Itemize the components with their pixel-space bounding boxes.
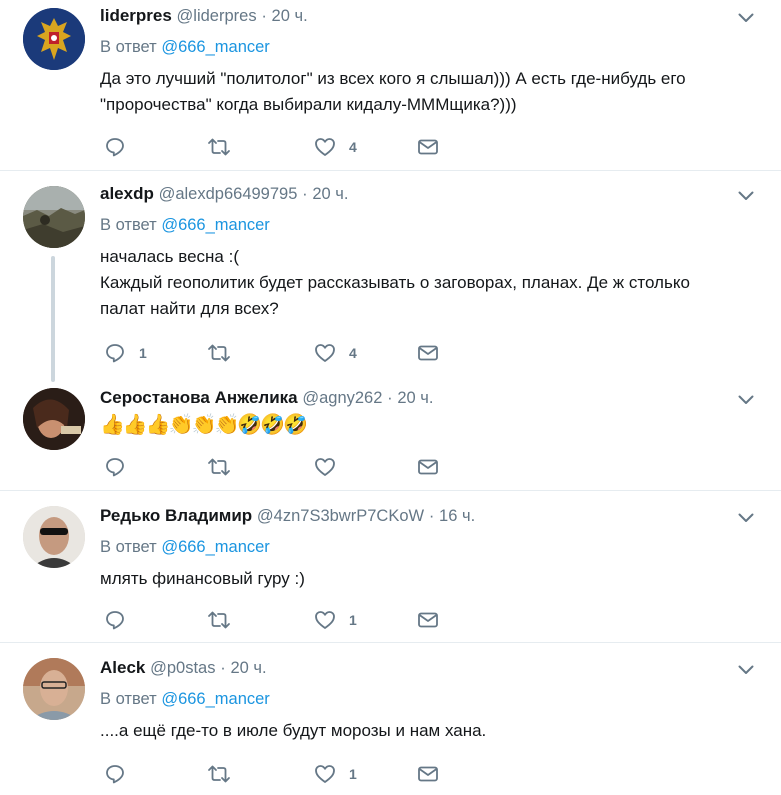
divider: [0, 490, 781, 491]
author-name[interactable]: Серостанова Анжелика: [100, 388, 298, 407]
reply-button[interactable]: [104, 136, 139, 158]
dm-button[interactable]: [417, 609, 439, 631]
author-name[interactable]: Aleck: [100, 658, 145, 677]
reply-button[interactable]: [104, 609, 139, 631]
divider: [0, 170, 781, 171]
reply-context: В ответ @666_mancer: [100, 538, 270, 556]
timestamp[interactable]: 20 ч.: [272, 7, 308, 25]
reply-count: 1: [139, 345, 147, 361]
like-count: 1: [349, 612, 357, 628]
envelope-icon: [417, 763, 439, 785]
like-count: 4: [349, 345, 357, 361]
avatar[interactable]: [23, 388, 85, 450]
reply-context: В ответ @666_mancer: [100, 216, 270, 234]
chevron-down-icon[interactable]: [737, 391, 755, 409]
heart-icon: [314, 136, 336, 158]
tweet-text: ....а ещё где-то в июле будут морозы и н…: [100, 721, 487, 740]
author-name[interactable]: Редько Владимир: [100, 506, 252, 525]
author-handle[interactable]: @liderpres: [177, 7, 257, 25]
reply-icon: [104, 342, 126, 364]
heart-icon: [314, 609, 336, 631]
mention-link[interactable]: @666_mancer: [161, 690, 269, 708]
like-button[interactable]: [314, 456, 349, 478]
mention-link[interactable]: @666_mancer: [161, 216, 269, 234]
retweet-button[interactable]: [206, 609, 245, 631]
like-button[interactable]: 4: [314, 342, 357, 364]
retweet-button[interactable]: [206, 763, 245, 785]
retweet-button[interactable]: [206, 456, 245, 478]
author-handle[interactable]: @4zn7S3bwrP7CKoW: [257, 507, 424, 525]
avatar[interactable]: [23, 8, 85, 70]
heart-icon: [314, 456, 336, 478]
author-name[interactable]: alexdp: [100, 184, 154, 203]
envelope-icon: [417, 342, 439, 364]
avatar[interactable]: [23, 506, 85, 568]
tweet-actions: 1: [100, 763, 500, 785]
author-name[interactable]: liderpres: [100, 6, 172, 25]
dm-button[interactable]: [417, 342, 439, 364]
like-count: 1: [349, 766, 357, 782]
tweet-text: млять финансовый гуру :): [100, 569, 305, 588]
reply-button[interactable]: [104, 456, 139, 478]
retweet-icon: [206, 456, 232, 478]
envelope-icon: [417, 456, 439, 478]
reply-icon: [104, 456, 126, 478]
retweet-icon: [206, 609, 232, 631]
dm-button[interactable]: [417, 456, 439, 478]
author-handle[interactable]: @alexdp66499795: [159, 185, 298, 203]
reply-button[interactable]: [104, 763, 139, 785]
timestamp[interactable]: 20 ч.: [230, 659, 266, 677]
chevron-down-icon[interactable]: [737, 187, 755, 205]
timestamp[interactable]: 20 ч.: [312, 185, 348, 203]
heart-icon: [314, 342, 336, 364]
dm-button[interactable]: [417, 136, 439, 158]
avatar[interactable]: [23, 658, 85, 720]
tweet-text: Да это лучший "политолог" из всех кого я…: [100, 69, 686, 114]
separator-dot: ·: [428, 507, 435, 525]
reply-icon: [104, 136, 126, 158]
tweet-emojis: 👍👍👍👏👏👏🤣🤣🤣: [100, 414, 308, 436]
retweet-icon: [206, 763, 232, 785]
envelope-icon: [417, 136, 439, 158]
separator-dot: ·: [387, 389, 393, 407]
retweet-button[interactable]: [206, 342, 245, 364]
mention-link[interactable]: @666_mancer: [161, 538, 269, 556]
separator-dot: ·: [261, 7, 267, 25]
timestamp[interactable]: 20 ч.: [397, 389, 433, 407]
tweet-actions: 4: [100, 136, 500, 158]
author-handle[interactable]: @agny262: [302, 389, 382, 407]
replies-feed: liderpres @liderpres · 20 ч. В ответ @66…: [0, 0, 781, 795]
reply-button[interactable]: 1: [104, 342, 147, 364]
chevron-down-icon[interactable]: [737, 509, 755, 527]
like-button[interactable]: 4: [314, 136, 357, 158]
timestamp[interactable]: 16 ч.: [439, 507, 475, 525]
retweet-button[interactable]: [206, 136, 245, 158]
author-handle[interactable]: @p0stas: [150, 659, 215, 677]
like-button[interactable]: 1: [314, 609, 357, 631]
heart-icon: [314, 763, 336, 785]
divider: [0, 642, 781, 643]
tweet-actions: 1 4: [100, 342, 500, 364]
avatar[interactable]: [23, 186, 85, 248]
dm-button[interactable]: [417, 763, 439, 785]
envelope-icon: [417, 609, 439, 631]
like-count: 4: [349, 139, 357, 155]
separator-dot: ·: [302, 185, 308, 203]
reply-context: В ответ @666_mancer: [100, 690, 270, 708]
thread-line: [51, 256, 55, 382]
mention-link[interactable]: @666_mancer: [161, 38, 269, 56]
tweet-text: началась весна :( Каждый геополитик буде…: [100, 247, 690, 318]
reply-icon: [104, 609, 126, 631]
reply-context: В ответ @666_mancer: [100, 38, 270, 56]
reply-icon: [104, 763, 126, 785]
separator-dot: ·: [220, 659, 226, 677]
retweet-icon: [206, 136, 232, 158]
like-button[interactable]: 1: [314, 763, 357, 785]
tweet-actions: 1: [100, 609, 500, 631]
chevron-down-icon[interactable]: [737, 9, 755, 27]
chevron-down-icon[interactable]: [737, 661, 755, 679]
tweet-actions: [100, 456, 500, 478]
retweet-icon: [206, 342, 232, 364]
